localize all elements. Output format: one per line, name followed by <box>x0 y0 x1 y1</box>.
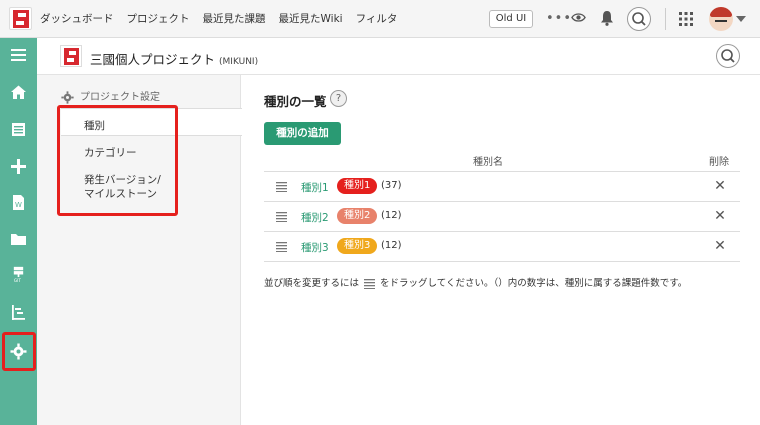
notification-bell-icon[interactable] <box>600 10 614 26</box>
settings-nav-highlight-box <box>57 105 178 216</box>
add-issue-icon[interactable] <box>10 158 27 175</box>
add-issue-type-button[interactable]: 種別の追加 <box>264 122 341 145</box>
reorder-help-text: 並び順を変更するには をドラッグしてください。（）内の数字は、種別に属する課題件数… <box>264 275 687 289</box>
settings-highlight-box <box>2 332 36 371</box>
column-header-name: 種別名 <box>473 157 503 168</box>
settings-heading-label: プロジェクト設定 <box>80 92 160 103</box>
issue-type-link[interactable]: 種別3 <box>301 240 329 255</box>
home-icon[interactable] <box>10 84 27 101</box>
drag-handle-icon <box>364 279 376 289</box>
settings-heading: プロジェクト設定 <box>61 88 160 104</box>
issue-count: (37) <box>381 180 402 191</box>
svg-text:GIT: GIT <box>14 278 22 283</box>
nav-recent-issues[interactable]: 最近見た課題 <box>203 11 266 26</box>
nav-dashboard[interactable]: ダッシュボード <box>40 11 114 26</box>
git-icon[interactable]: GIT <box>10 266 27 283</box>
table-row: 種別3 種別3 (12) ✕ <box>264 232 740 262</box>
menu-icon[interactable] <box>10 46 27 63</box>
global-menu: ダッシュボード プロジェクト 最近見た課題 最近見たWiki フィルタ <box>40 11 410 26</box>
search-icon <box>632 12 646 26</box>
issue-count: (12) <box>381 240 402 251</box>
table-row: 種別1 種別1 (37) ✕ <box>264 172 740 202</box>
help-icon[interactable]: ? <box>330 90 347 107</box>
old-ui-button[interactable]: Old UI <box>489 10 533 28</box>
nav-filters[interactable]: フィルタ <box>356 11 398 26</box>
nav-projects[interactable]: プロジェクト <box>127 11 190 26</box>
close-icon[interactable]: ✕ <box>713 238 727 254</box>
issue-type-link[interactable]: 種別1 <box>301 180 329 195</box>
footnote-text-start: 並び順を変更するには <box>264 278 360 289</box>
search-icon <box>721 49 735 63</box>
gantt-chart-icon[interactable] <box>10 304 27 321</box>
issue-types-panel: 種別の一覧 ? 種別の追加 種別名 削除 種別1 種別1 (37) ✕ 種別2 … <box>241 75 760 425</box>
watch-eye-icon[interactable] <box>571 12 586 23</box>
project-logo[interactable] <box>60 45 82 67</box>
issue-type-badge: 種別2 <box>337 208 378 224</box>
files-folder-icon[interactable] <box>10 231 27 248</box>
project-search-button[interactable] <box>716 44 740 68</box>
divider <box>665 8 666 30</box>
project-settings-nav: プロジェクト設定 種別 カテゴリー 発生バージョン/ マイルストーン <box>37 75 242 425</box>
user-avatar[interactable] <box>709 7 733 31</box>
top-navigation: ダッシュボード プロジェクト 最近見た課題 最近見たWiki フィルタ Old … <box>0 0 760 38</box>
svg-text:W: W <box>15 201 22 209</box>
global-search-button[interactable] <box>627 7 651 31</box>
project-header: 三國個人プロジェクト (MIKUNI) <box>37 38 760 75</box>
drag-handle-icon[interactable] <box>276 181 287 192</box>
apps-grid-icon[interactable] <box>679 12 693 26</box>
project-name[interactable]: 三國個人プロジェクト <box>90 52 215 67</box>
project-key: (MIKUNI) <box>219 57 259 67</box>
table-row: 種別2 種別2 (12) ✕ <box>264 202 740 232</box>
drag-handle-icon[interactable] <box>276 211 287 222</box>
backlog-logo[interactable] <box>9 7 32 30</box>
page-title: 種別の一覧 <box>264 94 327 109</box>
wiki-icon[interactable]: W <box>10 194 27 211</box>
close-icon[interactable]: ✕ <box>713 178 727 194</box>
issue-type-badge: 種別1 <box>337 178 378 194</box>
project-title[interactable]: 三國個人プロジェクト (MIKUNI) <box>90 49 258 68</box>
gear-icon <box>61 90 74 104</box>
column-header-delete: 削除 <box>709 157 729 168</box>
issue-type-link[interactable]: 種別2 <box>301 210 329 225</box>
close-icon[interactable]: ✕ <box>713 208 727 224</box>
more-icon[interactable]: ••• <box>546 11 572 26</box>
chevron-down-icon[interactable] <box>736 16 746 22</box>
project-sidebar: W GIT <box>0 38 37 425</box>
footnote-text-end: をドラッグしてください。（）内の数字は、種別に属する課題件数です。 <box>380 278 688 289</box>
issues-list-icon[interactable] <box>10 121 27 138</box>
issue-type-badge: 種別3 <box>337 238 378 254</box>
drag-handle-icon[interactable] <box>276 241 287 252</box>
nav-recent-wiki[interactable]: 最近見たWiki <box>279 11 343 26</box>
issue-count: (12) <box>381 210 402 221</box>
